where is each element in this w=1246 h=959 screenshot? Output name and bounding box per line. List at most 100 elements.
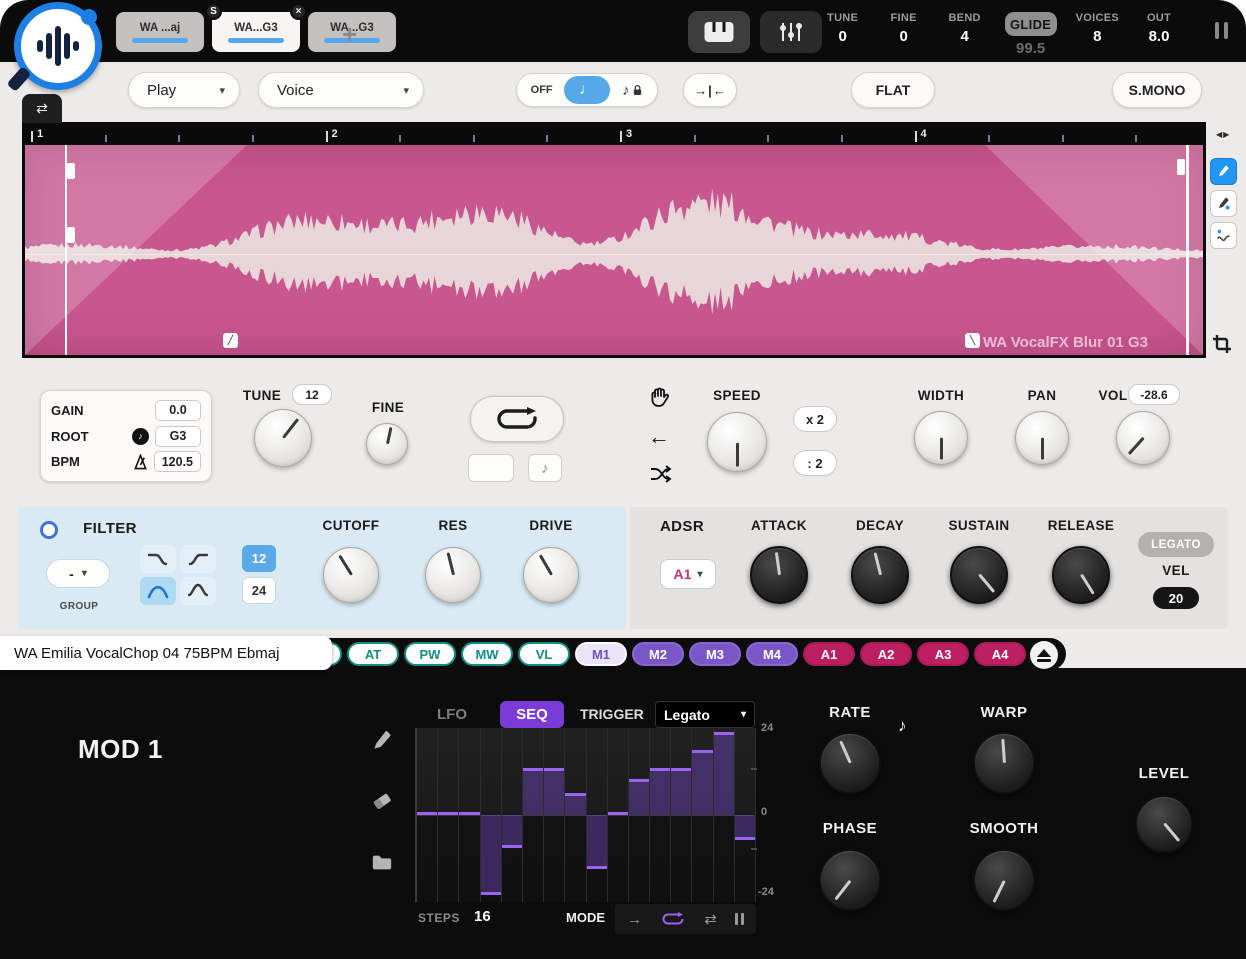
pan-knob[interactable] (1015, 411, 1069, 465)
snap-center-button[interactable]: →|← (683, 73, 737, 107)
seq-step-4[interactable] (481, 728, 502, 902)
curve-tool-button[interactable] (1210, 222, 1237, 249)
tune-value[interactable]: 12 (292, 384, 332, 405)
decay-knob[interactable] (851, 546, 909, 604)
drive-knob[interactable] (523, 547, 579, 603)
reverse-button[interactable]: ← (648, 424, 670, 450)
release-knob[interactable] (1052, 546, 1110, 604)
note-length-chip[interactable]: ♪ (528, 454, 562, 482)
seq-step-9[interactable] (587, 728, 608, 902)
filter-shape-peak[interactable] (180, 577, 216, 605)
sustain-knob[interactable] (950, 546, 1008, 604)
draw-tool-button[interactable] (1210, 158, 1237, 185)
keyboard-view-button[interactable] (688, 11, 750, 53)
readout-bend[interactable]: BEND4 (944, 12, 986, 57)
filter-enable-toggle[interactable] (40, 521, 58, 539)
fine-knob[interactable] (366, 423, 408, 465)
end-marker[interactable] (1186, 145, 1189, 355)
mod-pill-m4[interactable]: M4 (746, 642, 798, 666)
hand-play-button[interactable] (648, 386, 672, 413)
tab-seq[interactable]: SEQ (500, 701, 564, 728)
cutoff-knob[interactable] (323, 547, 379, 603)
seq-step-8[interactable] (565, 728, 586, 902)
fade-in-handle[interactable]: ╱ (223, 333, 238, 348)
mod-pill-m2[interactable]: M2 (632, 642, 684, 666)
readout-fine[interactable]: FINE0 (883, 12, 925, 57)
seq-step-10[interactable] (608, 728, 629, 902)
envelope-select-dropdown[interactable]: A1 ▾ (660, 559, 716, 589)
res-knob[interactable] (425, 547, 481, 603)
seq-erase-button[interactable] (371, 790, 393, 815)
speed-knob[interactable] (707, 412, 767, 472)
filter-shape-bandpass[interactable] (140, 577, 176, 605)
attack-knob[interactable] (750, 546, 808, 604)
mod-pill-m3[interactable]: M3 (689, 642, 741, 666)
filter-slope-12[interactable]: 12 (242, 545, 276, 572)
mod-pill-at[interactable]: AT (347, 642, 399, 666)
loop-playback-button[interactable] (470, 396, 564, 442)
seq-step-2[interactable] (438, 728, 459, 902)
filter-slope-24[interactable]: 24 (242, 577, 276, 604)
mod-pill-a3[interactable]: A3 (917, 642, 969, 666)
vol-knob[interactable] (1116, 411, 1170, 465)
smooth-knob[interactable] (973, 849, 1035, 911)
seq-step-14[interactable] (692, 728, 713, 902)
edit-tool-button[interactable] (1210, 190, 1237, 217)
warp-knob[interactable] (973, 732, 1035, 794)
flat-button[interactable]: FLAT (851, 72, 935, 108)
mixer-view-button[interactable] (760, 11, 822, 53)
readout-tune[interactable]: TUNE0 (822, 12, 864, 57)
app-logo[interactable] (14, 2, 102, 90)
seq-draw-button[interactable] (371, 730, 393, 755)
vel-value[interactable]: 20 (1153, 587, 1199, 609)
mono-button[interactable]: S.MONO (1112, 72, 1202, 108)
trigger-dropdown[interactable]: Legato ▾ (655, 701, 755, 728)
sync-note-lock-button[interactable]: ♪ (610, 76, 655, 104)
mod-pill-a4[interactable]: A4 (974, 642, 1026, 666)
end-marker-handle[interactable] (1177, 159, 1185, 175)
legato-button[interactable]: LEGATO (1138, 532, 1214, 557)
sample-tab[interactable]: WA...G3S× (212, 12, 300, 52)
start-marker-handle[interactable] (67, 227, 75, 243)
bpm-value[interactable]: 120.5 (154, 451, 201, 472)
level-knob[interactable] (1135, 795, 1193, 853)
mode-hold-button[interactable] (729, 912, 750, 926)
seq-step-7[interactable] (544, 728, 565, 902)
seq-preset-button[interactable] (371, 852, 393, 875)
add-tab-button[interactable]: + (336, 18, 363, 51)
seq-step-5[interactable] (502, 728, 523, 902)
shuffle-button[interactable] (648, 462, 672, 489)
readout-voices[interactable]: VOICES8 (1076, 12, 1119, 57)
pause-icon[interactable] (1215, 22, 1228, 39)
release-mode-chip[interactable] (468, 454, 514, 482)
root-value[interactable]: G3 (155, 426, 201, 447)
sync-note-button[interactable]: ♩ (564, 76, 609, 104)
waveform-display[interactable]: ╱ ╲ WA VocalFX Blur 01 G3 (25, 145, 1203, 355)
filter-shape-highpass[interactable] (180, 545, 216, 573)
seq-step-16[interactable] (735, 728, 756, 902)
seq-editor[interactable] (415, 728, 756, 902)
readout-glide[interactable]: GLIDE99.5 (1005, 12, 1057, 57)
vol-value[interactable]: -28.6 (1128, 384, 1180, 405)
phase-knob[interactable] (819, 849, 881, 911)
mod-pill-a1[interactable]: A1 (803, 642, 855, 666)
seq-step-13[interactable] (671, 728, 692, 902)
seq-step-1[interactable] (417, 728, 438, 902)
speed-double-button[interactable]: x 2 (793, 406, 837, 432)
mode-loop-button[interactable] (654, 911, 692, 927)
filter-shape-lowpass[interactable] (140, 545, 176, 573)
crop-button[interactable] (1212, 334, 1233, 358)
mod-pill-vl[interactable]: VL (518, 642, 570, 666)
mode-pingpong-button[interactable]: ⇄ (698, 909, 723, 929)
start-marker-handle[interactable] (67, 163, 75, 179)
solo-badge[interactable]: S (205, 3, 222, 20)
mod-pill-mw[interactable]: MW (461, 642, 513, 666)
mode-forward-button[interactable]: → (621, 910, 648, 929)
seq-step-6[interactable] (523, 728, 544, 902)
expand-handles-icon[interactable]: ◀▶ (1216, 130, 1230, 139)
fade-out-handle[interactable]: ╲ (965, 333, 980, 348)
seq-step-3[interactable] (459, 728, 480, 902)
play-mode-dropdown[interactable]: Play ▾ (128, 72, 240, 108)
gain-value[interactable]: 0.0 (155, 400, 201, 421)
sync-off-button[interactable]: OFF (519, 76, 564, 104)
